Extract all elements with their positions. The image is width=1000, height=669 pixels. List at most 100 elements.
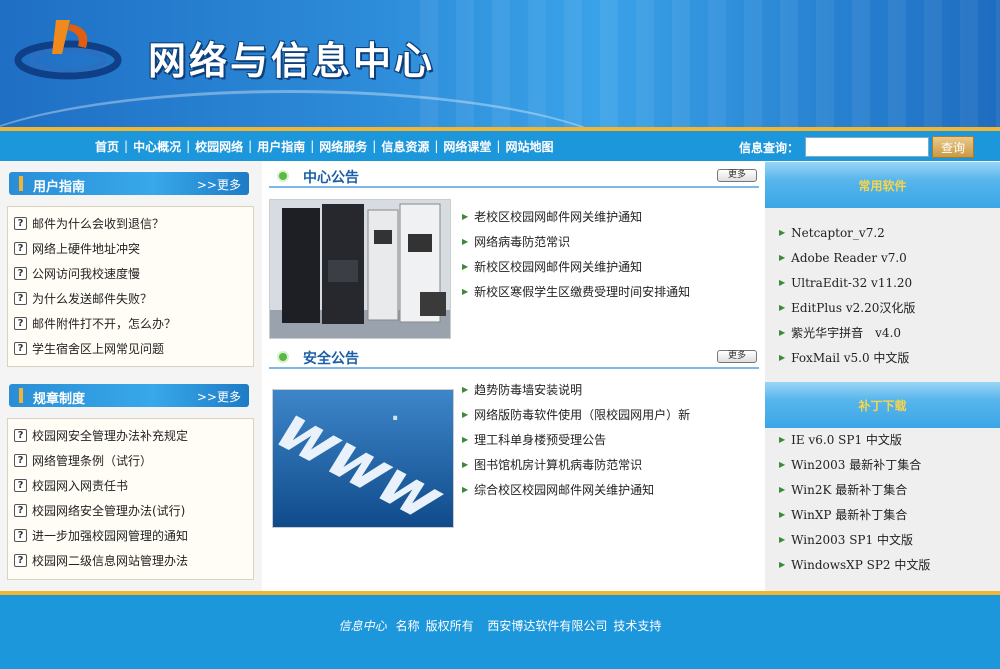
- nav-item-info-resources[interactable]: 信息资源: [376, 138, 434, 155]
- list-item[interactable]: ? 网络管理条例（试行）: [8, 448, 253, 473]
- footer-company[interactable]: 西安博达软件有限公司: [487, 619, 607, 633]
- security-notice-header: 安全公告 更多: [269, 345, 759, 369]
- footer: 信息中心 名称 版权所有 西安博达软件有限公司 技术支持: [0, 595, 1000, 669]
- search-input[interactable]: [805, 137, 929, 157]
- list-item[interactable]: ? 进一步加强校园网管理的通知: [8, 523, 253, 548]
- question-icon: ?: [14, 292, 27, 305]
- triangle-arrow-icon: ▶: [462, 287, 469, 296]
- download-item-label: Win2003 最新补丁集合: [791, 458, 922, 472]
- green-dot-icon: [277, 351, 289, 363]
- search-button[interactable]: 查询: [932, 136, 974, 158]
- list-item-label: 校园网二级信息网站管理办法: [32, 554, 189, 568]
- triangle-arrow-icon: ▶: [779, 278, 786, 287]
- www-graphic: www .: [272, 389, 454, 528]
- patches-title: 补丁下载: [858, 399, 907, 413]
- security-notice-more-button[interactable]: 更多: [717, 350, 757, 363]
- download-item[interactable]: ▶ Win2K 最新补丁集合: [779, 477, 994, 502]
- question-icon: ?: [14, 267, 27, 280]
- triangle-arrow-icon: ▶: [779, 228, 786, 237]
- center-notice-header: 中心公告 更多: [269, 164, 759, 188]
- download-item-label: WindowsXP SP2 中文版: [791, 558, 931, 572]
- list-item-label: 邮件为什么会收到退信？: [32, 217, 165, 231]
- triangle-arrow-icon: ▶: [779, 485, 786, 494]
- news-item-label: 新校区校园网邮件网关维护通知: [474, 260, 643, 274]
- download-item[interactable]: ▶ UltraEdit-32 v11.20: [779, 270, 994, 295]
- triangle-arrow-icon: ▶: [462, 435, 469, 444]
- list-item[interactable]: ? 公网访问我校速度慢: [8, 261, 253, 286]
- nav-item-home[interactable]: 首页: [90, 138, 124, 155]
- news-item-label: 网络版防毒软件使用（限校园网用户）新: [474, 408, 691, 422]
- news-item[interactable]: ▶ 图书馆机房计算机病毒防范常识: [462, 452, 762, 477]
- download-item[interactable]: ▶ Win2003 最新补丁集合: [779, 452, 994, 477]
- download-item-label: Win2K 最新补丁集合: [791, 483, 908, 497]
- download-item-label: WinXP 最新补丁集合: [791, 508, 908, 522]
- triangle-arrow-icon: ▶: [462, 237, 469, 246]
- user-guide-more-link[interactable]: >>更多: [197, 176, 241, 193]
- download-item-label: Win2003 SP1 中文版: [791, 533, 913, 547]
- server-rack-image: [270, 200, 450, 338]
- news-item[interactable]: ▶ 新校区校园网邮件网关维护通知: [462, 254, 762, 279]
- software-header: 常用软件: [765, 162, 1000, 208]
- news-item-label: 新校区寒假学生区缴费受理时间安排通知: [474, 285, 691, 299]
- news-item[interactable]: ▶ 老校区校园网邮件网关维护通知: [462, 204, 762, 229]
- nav-item-center-overview[interactable]: 中心概况: [128, 138, 186, 155]
- news-item-label: 理工科单身楼预受理公告: [474, 433, 607, 447]
- download-item-label: 紫光华宇拼音 v4.0: [791, 326, 902, 340]
- regulations-header: 规章制度 >>更多: [9, 384, 249, 407]
- news-item[interactable]: ▶ 网络病毒防范常识: [462, 229, 762, 254]
- download-item[interactable]: ▶ EditPlus v2.20汉化版: [779, 295, 994, 320]
- triangle-arrow-icon: ▶: [779, 560, 786, 569]
- list-item-label: 校园网安全管理办法补充规定: [32, 429, 189, 443]
- nav-item-user-guide[interactable]: 用户指南: [252, 138, 310, 155]
- question-icon: ?: [14, 342, 27, 355]
- list-item-label: 邮件附件打不开，怎么办？: [32, 317, 177, 331]
- question-icon: ?: [14, 317, 27, 330]
- download-item[interactable]: ▶ Netcaptor_v7.2: [779, 220, 994, 245]
- triangle-arrow-icon: ▶: [779, 535, 786, 544]
- download-item-label: Netcaptor_v7.2: [791, 225, 885, 240]
- security-notice-title: 安全公告: [303, 351, 359, 367]
- news-item[interactable]: ▶ 网络版防毒软件使用（限校园网用户）新: [462, 402, 762, 427]
- nav-item-network-services[interactable]: 网络服务: [314, 138, 372, 155]
- news-item[interactable]: ▶ 理工科单身楼预受理公告: [462, 427, 762, 452]
- nav-item-campus-network[interactable]: 校园网络: [190, 138, 248, 155]
- nav-item-site-map[interactable]: 网站地图: [500, 138, 558, 155]
- list-item-label: 网络上硬件地址冲突: [32, 242, 141, 256]
- triangle-arrow-icon: ▶: [779, 460, 786, 469]
- center-notice-more-button[interactable]: 更多: [717, 169, 757, 182]
- list-item[interactable]: ? 校园网络安全管理办法(试行): [8, 498, 253, 523]
- patches-header: 补丁下载: [765, 382, 1000, 428]
- download-item[interactable]: ▶ FoxMail v5.0 中文版: [779, 345, 994, 370]
- center-notice-list: ▶ 老校区校园网邮件网关维护通知 ▶ 网络病毒防范常识 ▶ 新校区校园网邮件网关维护通…: [462, 204, 762, 304]
- regulations-more-link[interactable]: >>更多: [197, 388, 241, 405]
- list-item[interactable]: ? 邮件为什么会收到退信？: [8, 211, 253, 236]
- site-logo-icon[interactable]: [12, 14, 122, 94]
- question-icon: ?: [14, 554, 27, 567]
- nav-item-network-classroom[interactable]: 网络课堂: [438, 138, 496, 155]
- center-notice-title: 中心公告: [303, 170, 359, 186]
- list-item[interactable]: ? 校园网二级信息网站管理办法: [8, 548, 253, 573]
- news-item[interactable]: ▶ 新校区寒假学生区缴费受理时间安排通知: [462, 279, 762, 304]
- download-item[interactable]: ▶ Win2003 SP1 中文版: [779, 527, 994, 552]
- news-item[interactable]: ▶ 综合校区校园网邮件网关维护通知: [462, 477, 762, 502]
- user-guide-list: ? 邮件为什么会收到退信？ ? 网络上硬件地址冲突 ? 公网访问我校速度慢 ? 为什么发…: [7, 206, 254, 367]
- triangle-arrow-icon: ▶: [779, 353, 786, 362]
- list-item[interactable]: ? 为什么发送邮件失败？: [8, 286, 253, 311]
- news-item[interactable]: ▶ 趋势防毒墙安装说明: [462, 377, 762, 402]
- list-item[interactable]: ? 校园网入网责任书: [8, 473, 253, 498]
- download-item[interactable]: ▶ Adobe Reader v7.0: [779, 245, 994, 270]
- list-item[interactable]: ? 校园网安全管理办法补充规定: [8, 423, 253, 448]
- nav-links: 首页 | 中心概况 | 校园网络 | 用户指南 | 网络服务 | 信息资源 | …: [90, 131, 558, 161]
- list-item[interactable]: ? 网络上硬件地址冲突: [8, 236, 253, 261]
- green-dot-icon: [277, 170, 289, 182]
- user-guide-title: 用户指南: [33, 180, 86, 195]
- www-image: www .: [273, 390, 453, 527]
- download-item[interactable]: ▶ IE v6.0 SP1 中文版: [779, 427, 994, 452]
- list-item[interactable]: ? 学生宿舍区上网常见问题: [8, 336, 253, 361]
- news-item-label: 图书馆机房计算机病毒防范常识: [474, 458, 643, 472]
- download-item[interactable]: ▶ WinXP 最新补丁集合: [779, 502, 994, 527]
- list-item[interactable]: ? 邮件附件打不开，怎么办？: [8, 311, 253, 336]
- list-item-label: 为什么发送邮件失败？: [32, 292, 153, 306]
- download-item[interactable]: ▶ WindowsXP SP2 中文版: [779, 552, 994, 577]
- download-item[interactable]: ▶ 紫光华宇拼音 v4.0: [779, 320, 994, 345]
